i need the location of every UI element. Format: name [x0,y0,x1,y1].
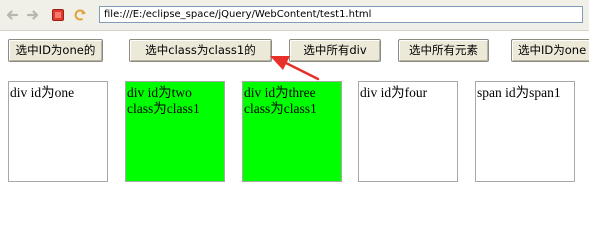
select-all-div-button[interactable]: 选中所有div [289,39,381,62]
stop-icon[interactable] [51,8,65,22]
select-id-one-button-2[interactable]: 选中ID为one [511,39,589,62]
div-box-two: div id为two class为class1 [125,81,225,182]
select-all-elements-button[interactable]: 选中所有元素 [398,39,489,62]
address-bar[interactable]: file:///E:/eclipse_space/jQuery/WebConte… [99,6,583,23]
browser-toolbar: file:///E:/eclipse_space/jQuery/WebConte… [0,0,589,31]
span-box-span1: span id为span1 [475,81,575,182]
box-label: div id为two [127,85,192,100]
div-box-four: div id为four [358,81,458,182]
div-box-three: div id为three class为class1 [242,81,342,182]
back-arrow-icon[interactable] [5,8,19,22]
forward-arrow-icon[interactable] [26,8,40,22]
box-label: span id为span1 [477,85,561,100]
refresh-icon[interactable] [73,8,87,22]
box-label: div id为one [10,85,75,100]
div-box-one: div id为one [8,81,108,182]
box-class-label: class为class1 [127,101,200,116]
select-class1-button[interactable]: 选中class为class1的 [129,39,272,62]
select-id-one-button[interactable]: 选中ID为one的 [8,39,103,62]
box-label: div id为three [244,85,316,100]
box-label: div id为four [360,85,428,100]
box-class-label: class为class1 [244,101,317,116]
